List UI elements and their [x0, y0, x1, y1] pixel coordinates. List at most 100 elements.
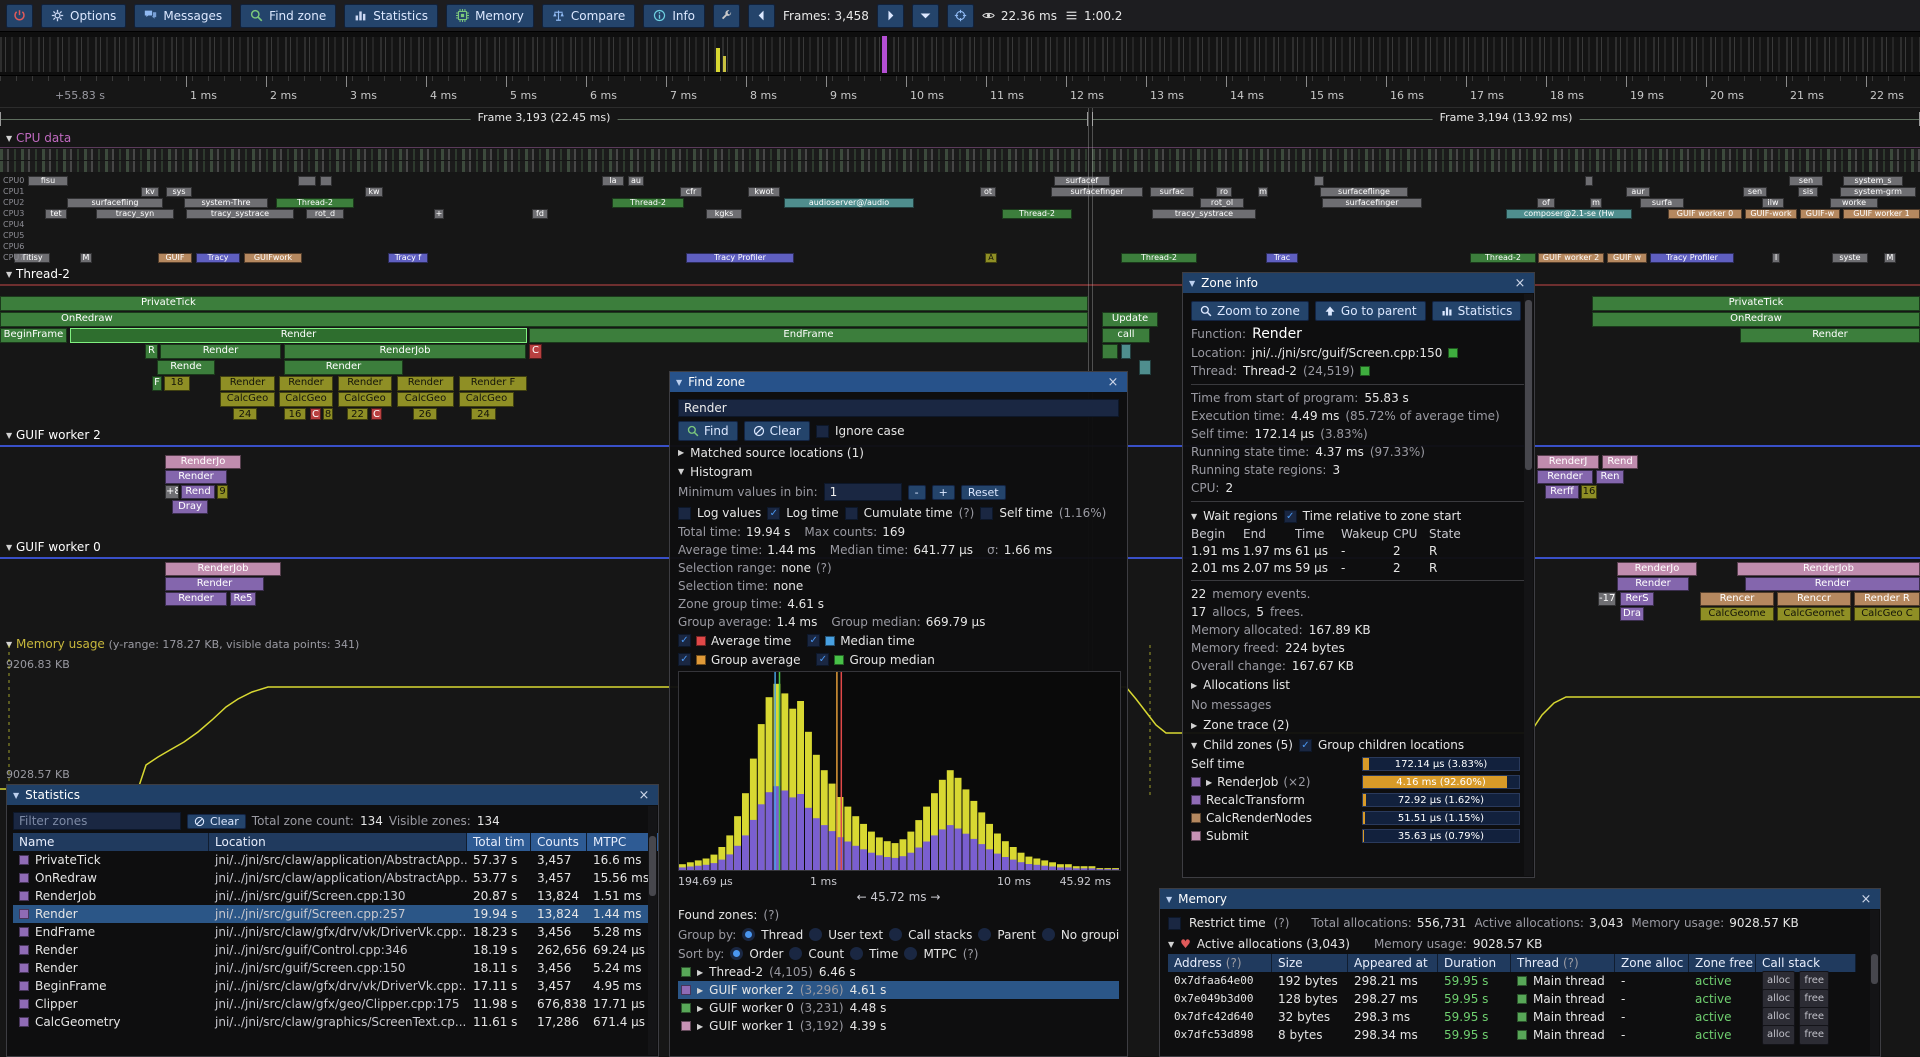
- stats-row[interactable]: Renderjni/../jni/src/guif/Screen.cpp:257…: [13, 905, 652, 923]
- stats-row[interactable]: Renderjni/../jni/src/guif/Screen.cpp:150…: [13, 959, 652, 977]
- cpu-zone[interactable]: M: [1884, 253, 1896, 263]
- alloc-address[interactable]: 0x7dfc53d898: [1168, 1026, 1272, 1044]
- timeline-zone[interactable]: CalcGeo: [459, 392, 514, 407]
- timeline-zone[interactable]: 16: [1581, 485, 1597, 499]
- timeline-zone[interactable]: RenderJob: [284, 344, 526, 359]
- close-icon[interactable]: ×: [636, 788, 652, 803]
- timeline-zone[interactable]: CalcGeo: [397, 392, 454, 407]
- alloc-address[interactable]: 0x7dfaa64e00: [1168, 972, 1272, 990]
- cpu-zone[interactable]: Tracy Profiler: [1650, 253, 1734, 263]
- found-zone-group[interactable]: ▶GUIF worker 0(3,231)4.48 s: [678, 999, 1119, 1017]
- cpu-zone[interactable]: [1314, 176, 1324, 186]
- timeline-zone[interactable]: CalcGeo: [338, 392, 392, 407]
- timeline-zone[interactable]: F: [152, 376, 162, 391]
- expand-icon[interactable]: ▶: [697, 1004, 703, 1013]
- find-zone-titlebar[interactable]: ▼ Find zone ×: [670, 372, 1127, 392]
- timeline-zone[interactable]: Render: [70, 328, 527, 343]
- memory-col-header[interactable]: Zone alloc: [1615, 954, 1689, 972]
- memory-button[interactable]: Memory: [446, 4, 534, 28]
- cpu-zone[interactable]: surfaceflinge: [1320, 187, 1408, 197]
- zoom-to-zone-button[interactable]: Zoom to zone: [1191, 301, 1309, 321]
- wait-col-header[interactable]: Wakeup: [1341, 527, 1393, 541]
- cpu-zone[interactable]: M: [80, 253, 92, 263]
- callstack-button[interactable]: alloc: [1762, 971, 1795, 991]
- cpu-zone[interactable]: Thread-2: [1121, 253, 1197, 263]
- timeline-zone[interactable]: Render: [1537, 470, 1593, 484]
- timeline-zone[interactable]: RerS: [1620, 592, 1654, 606]
- timeline-zone[interactable]: Render: [338, 376, 392, 391]
- cpu-zone[interactable]: composer@2.1-se (Hw: [1506, 209, 1632, 219]
- scrollbar[interactable]: [1524, 294, 1533, 876]
- timeline-zone[interactable]: EndFrame: [529, 328, 1088, 343]
- timeline-zone[interactable]: C: [371, 408, 382, 420]
- stats-row[interactable]: Renderjni/../jni/src/guif/Control.cpp:34…: [13, 941, 652, 959]
- cpu-zone[interactable]: la: [602, 176, 624, 186]
- cpu-zone[interactable]: GUIF: [158, 253, 192, 263]
- cpu-zone[interactable]: cfr: [680, 187, 702, 197]
- help-icon[interactable]: (?): [1563, 956, 1579, 970]
- clear-filter-button[interactable]: Clear: [187, 814, 246, 829]
- timeline-zone[interactable]: 16: [284, 408, 306, 420]
- cpu-zone[interactable]: surfacef: [1054, 176, 1110, 186]
- cpu-zone[interactable]: Thread-2: [276, 198, 354, 208]
- group-by-option[interactable]: No grouping: [1061, 928, 1119, 942]
- legend-checkbox[interactable]: ✓: [816, 653, 829, 666]
- memory-col-header[interactable]: Call stack: [1756, 954, 1856, 972]
- cpu-zone[interactable]: +: [434, 209, 444, 219]
- help-icon[interactable]: (?): [963, 947, 979, 961]
- cpu-zone[interactable]: tracy_systrace: [1152, 209, 1256, 219]
- legend-checkbox[interactable]: ✓: [678, 634, 691, 647]
- cpu-zone[interactable]: surfac: [1150, 187, 1194, 197]
- group-by-radio[interactable]: [889, 928, 902, 941]
- timeline-zone[interactable]: Rerff: [1545, 485, 1579, 499]
- cpu-zone[interactable]: GUIF-w: [1800, 209, 1840, 219]
- find-zone-histogram[interactable]: [678, 671, 1121, 871]
- cpu-zone[interactable]: au: [628, 176, 644, 186]
- scrollbar[interactable]: [648, 806, 657, 1055]
- callstack-button[interactable]: alloc: [1762, 989, 1795, 1009]
- histogram-section-label[interactable]: Histogram: [690, 465, 752, 479]
- timeline-zone[interactable]: CalcGeo: [279, 392, 333, 407]
- group-by-option[interactable]: Call stacks: [908, 928, 972, 942]
- cpu-zone[interactable]: system_s: [1843, 176, 1903, 186]
- goto-frame-button[interactable]: [947, 4, 974, 28]
- timeline-zone[interactable]: Renccr: [1777, 592, 1851, 606]
- help-icon[interactable]: (?): [1226, 956, 1242, 970]
- timeline-zone[interactable]: 24: [233, 408, 257, 420]
- option-checkbox[interactable]: ✓: [980, 507, 993, 520]
- cpu-zone[interactable]: GUIF worker 1: [1843, 209, 1920, 219]
- frame-label[interactable]: Frame 3,193 (22.45 ms): [471, 111, 618, 124]
- timeline-zone[interactable]: [1102, 344, 1118, 359]
- allocation-row[interactable]: 0x7dfc53d8988 bytes298.34 ms59.95 sMain …: [1168, 1026, 1872, 1044]
- memory-col-header[interactable]: Address(?): [1168, 954, 1272, 972]
- scrollbar[interactable]: [1870, 910, 1879, 1055]
- timeline-zone[interactable]: OnRedraw: [1592, 312, 1920, 327]
- option-checkbox[interactable]: ✓: [678, 507, 691, 520]
- timeline-zone[interactable]: C: [310, 408, 321, 420]
- zone-statistics-button[interactable]: Statistics: [1432, 301, 1522, 321]
- callstack-button[interactable]: free: [1799, 971, 1829, 991]
- ignore-case-checkbox[interactable]: ✓: [816, 425, 829, 438]
- cpu-zone[interactable]: tet: [45, 209, 67, 219]
- cpu-zone[interactable]: A: [985, 253, 997, 263]
- expand-icon[interactable]: ▶: [697, 1022, 703, 1031]
- cpu-zone[interactable]: Tracy f: [388, 253, 428, 263]
- found-zone-group[interactable]: ▶Thread-2(4,105)6.46 s: [678, 963, 1119, 981]
- cpu-zone[interactable]: I: [1772, 253, 1780, 263]
- expand-icon[interactable]: ▶: [678, 448, 684, 457]
- find-button[interactable]: Find: [678, 421, 738, 441]
- group-children-checkbox[interactable]: ✓: [1299, 739, 1312, 752]
- active-allocations-label[interactable]: Active allocations (3,043): [1197, 937, 1350, 951]
- cpu-zone[interactable]: sis: [1798, 187, 1818, 197]
- clear-button[interactable]: Clear: [744, 421, 810, 441]
- messages-button[interactable]: Messages: [134, 4, 232, 28]
- timeline-zone[interactable]: 8: [323, 408, 333, 420]
- wait-region-row[interactable]: 1.91 ms1.97 ms61 μs-2R: [1191, 542, 1526, 559]
- thread-header[interactable]: ▼ Thread-2: [6, 267, 70, 281]
- sort-by-radio[interactable]: [850, 947, 863, 960]
- prev-frame-button[interactable]: [748, 4, 775, 28]
- frame-dropdown-button[interactable]: [912, 4, 939, 28]
- timeline-zone[interactable]: CalcGeome: [1700, 607, 1774, 621]
- callstack-button[interactable]: free: [1799, 1025, 1829, 1045]
- timeline-zone[interactable]: Dra: [1620, 607, 1644, 621]
